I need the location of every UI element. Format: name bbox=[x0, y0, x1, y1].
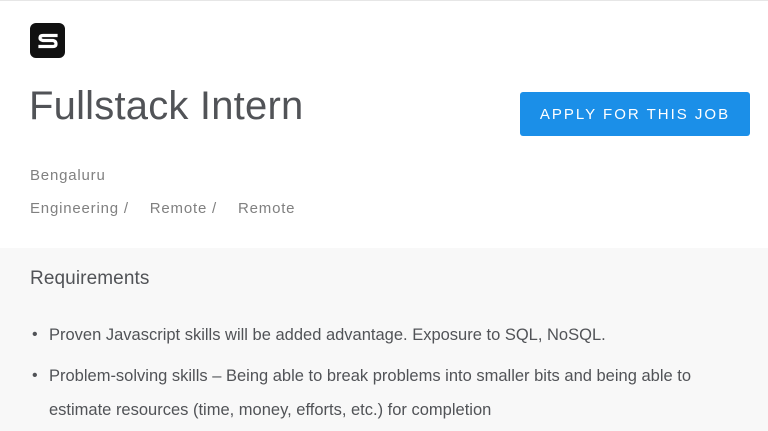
requirements-heading: Requirements bbox=[30, 268, 150, 289]
list-item: • Problem-solving skills – Being able to… bbox=[30, 359, 755, 427]
posting-header: Fullstack Intern APPLY FOR THIS JOB Beng… bbox=[0, 0, 768, 248]
logo-s-icon bbox=[37, 33, 58, 48]
job-categories: Engineering / Remote / Remote bbox=[30, 200, 295, 217]
company-logo[interactable] bbox=[30, 23, 65, 58]
category-workplace: Remote bbox=[238, 200, 296, 217]
bullet-icon: • bbox=[32, 326, 38, 343]
requirement-text: Problem-solving skills – Being able to b… bbox=[49, 367, 692, 419]
requirements-list: • Proven Javascript skills will be added… bbox=[30, 318, 755, 431]
job-title: Fullstack Intern bbox=[29, 84, 304, 128]
category-commitment: Remote / bbox=[149, 200, 218, 217]
list-item: • Proven Javascript skills will be added… bbox=[30, 318, 755, 352]
requirement-text: Proven Javascript skills will be added a… bbox=[49, 326, 606, 344]
top-divider bbox=[0, 0, 768, 1]
category-team: Engineering / bbox=[30, 200, 129, 217]
job-posting-page: Fullstack Intern APPLY FOR THIS JOB Beng… bbox=[0, 0, 768, 431]
job-location: Bengaluru bbox=[30, 167, 106, 184]
apply-for-job-button[interactable]: APPLY FOR THIS JOB bbox=[520, 92, 750, 136]
requirements-section: Requirements • Proven Javascript skills … bbox=[0, 248, 768, 431]
bullet-icon: • bbox=[32, 367, 38, 384]
